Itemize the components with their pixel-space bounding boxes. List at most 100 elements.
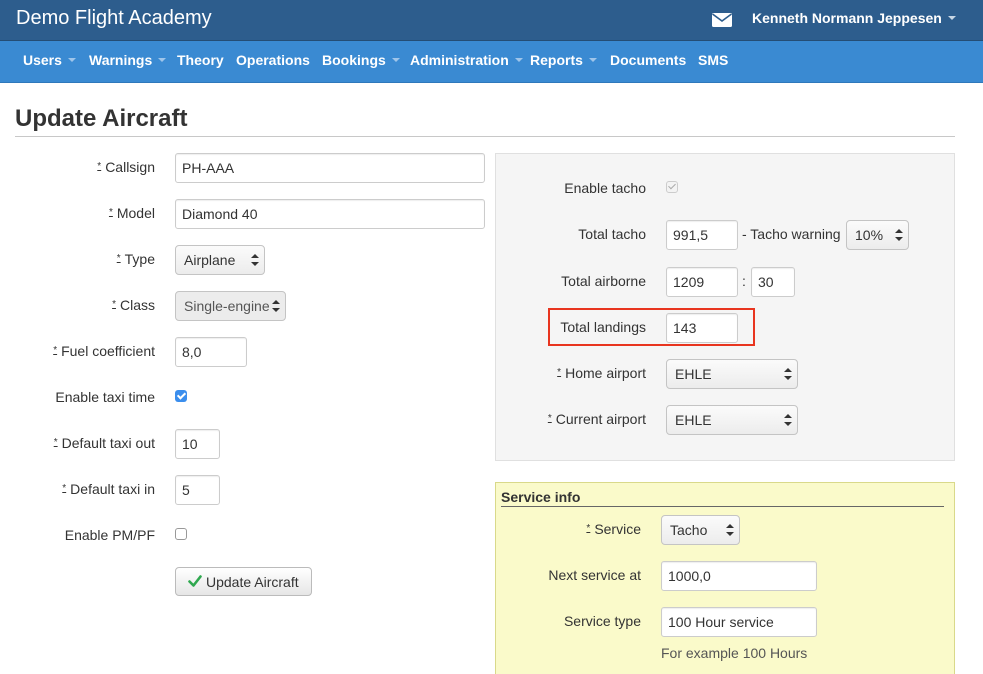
envelope-icon[interactable] (712, 13, 732, 27)
nav-sms[interactable]: SMS (698, 52, 728, 68)
label-text: Callsign (105, 159, 155, 175)
required-mark: * (112, 299, 116, 310)
nav-label: Administration (410, 52, 509, 68)
user-name: Kenneth Normann Jeppesen (752, 10, 942, 26)
required-mark: * (547, 413, 552, 424)
label-text: Default taxi out (61, 435, 155, 451)
update-aircraft-button[interactable]: Update Aircraft (175, 567, 312, 596)
label-text: Class (119, 297, 155, 313)
label-text: Home airport (565, 365, 646, 381)
current-airport-select[interactable]: EHLE (666, 405, 798, 435)
fuel-coefficient-input[interactable] (175, 337, 247, 367)
service-type-input[interactable] (661, 607, 817, 637)
main-nav: Users Warnings Theory Operations Booking… (0, 41, 983, 83)
current-airport-label: * Current airport (548, 411, 646, 427)
user-menu[interactable]: Kenneth Normann Jeppesen (752, 10, 956, 26)
nav-warnings[interactable]: Warnings (89, 52, 167, 68)
nav-label: Theory (177, 52, 224, 68)
service-info-divider (501, 506, 944, 507)
nav-label: Operations (236, 52, 310, 68)
total-landings-input[interactable] (666, 313, 738, 343)
enable-taxi-time-label: Enable taxi time (55, 389, 155, 405)
chevron-down-icon (588, 58, 597, 63)
enable-pm-pf-checkbox[interactable] (175, 528, 187, 540)
total-tacho-input[interactable] (666, 220, 738, 250)
app-title[interactable]: Demo Flight Academy (16, 7, 212, 30)
label-text: Fuel coefficient (61, 343, 155, 359)
chevron-down-icon (67, 58, 76, 63)
callsign-input[interactable] (175, 153, 485, 183)
chevron-down-icon (158, 58, 167, 63)
label-text: Current airport (555, 411, 646, 427)
nav-label: Users (23, 52, 62, 68)
required-mark: * (557, 367, 562, 378)
required-mark: * (62, 483, 67, 494)
time-separator: : (742, 273, 746, 289)
default-taxi-out-input[interactable] (175, 429, 220, 459)
nav-users[interactable]: Users (23, 52, 76, 68)
nav-administration[interactable]: Administration (410, 52, 523, 68)
service-label: * Service (586, 521, 641, 537)
updown-arrows-icon (784, 368, 792, 380)
required-mark: * (53, 345, 58, 356)
top-bar: Demo Flight Academy Kenneth Normann Jepp… (0, 0, 983, 41)
nav-bookings[interactable]: Bookings (322, 52, 400, 68)
tacho-warning-select[interactable]: 10% (846, 220, 909, 250)
tacho-warning-label: - Tacho warning (742, 226, 841, 242)
nav-documents[interactable]: Documents (610, 52, 686, 68)
default-taxi-in-input[interactable] (175, 475, 220, 505)
nav-operations[interactable]: Operations (236, 52, 310, 68)
updown-arrows-icon (726, 524, 734, 536)
updown-arrows-icon (784, 414, 792, 426)
service-select[interactable]: Tacho (661, 515, 740, 545)
default-taxi-out-label: * Default taxi out (54, 435, 155, 451)
total-airborne-label: Total airborne (561, 273, 646, 289)
service-type-help: For example 100 Hours (661, 645, 808, 661)
class-select: Single-engine (175, 291, 286, 321)
select-value: EHLE (675, 366, 712, 382)
class-label: * Class (112, 297, 155, 313)
label-text: Default taxi in (70, 481, 155, 497)
chevron-down-icon (514, 58, 523, 63)
next-service-at-input[interactable] (661, 561, 817, 591)
enable-taxi-time-checkbox[interactable] (175, 390, 187, 402)
label-text: Model (116, 205, 155, 221)
updown-arrows-icon (272, 300, 280, 312)
total-landings-label: Total landings (560, 319, 646, 335)
label-text: Type (124, 251, 155, 267)
button-label: Update Aircraft (206, 574, 299, 590)
nav-theory[interactable]: Theory (177, 52, 224, 68)
enable-tacho-label: Enable tacho (564, 180, 646, 196)
page-title: Update Aircraft (15, 105, 188, 132)
required-mark: * (97, 161, 102, 172)
required-mark: * (586, 523, 591, 534)
airborne-minutes-input[interactable] (751, 267, 795, 297)
nav-label: Bookings (322, 52, 386, 68)
home-airport-select[interactable]: EHLE (666, 359, 798, 389)
nav-reports[interactable]: Reports (530, 52, 597, 68)
enable-tacho-checkbox (666, 181, 678, 193)
callsign-label: * Callsign (97, 159, 155, 175)
title-divider (15, 136, 955, 137)
select-value: 10% (855, 227, 884, 243)
select-value: Tacho (670, 522, 708, 538)
enable-pm-pf-label: Enable PM/PF (64, 527, 155, 543)
select-value: EHLE (675, 412, 712, 428)
chevron-down-icon (947, 16, 956, 21)
nav-label: SMS (698, 52, 729, 68)
nav-label: Reports (530, 52, 583, 68)
required-mark: * (108, 207, 113, 218)
updown-arrows-icon (251, 254, 259, 266)
total-tacho-label: Total tacho (578, 226, 646, 242)
check-icon (188, 575, 202, 587)
type-label: * Type (117, 251, 155, 267)
nav-label: Warnings (89, 52, 153, 68)
airborne-hours-input[interactable] (666, 267, 738, 297)
model-input[interactable] (175, 199, 485, 229)
required-mark: * (53, 437, 58, 448)
type-select[interactable]: Airplane (175, 245, 265, 275)
chevron-down-icon (391, 58, 400, 63)
model-label: * Model (109, 205, 155, 221)
label-text: Service (594, 521, 641, 537)
nav-label: Documents (610, 52, 687, 68)
